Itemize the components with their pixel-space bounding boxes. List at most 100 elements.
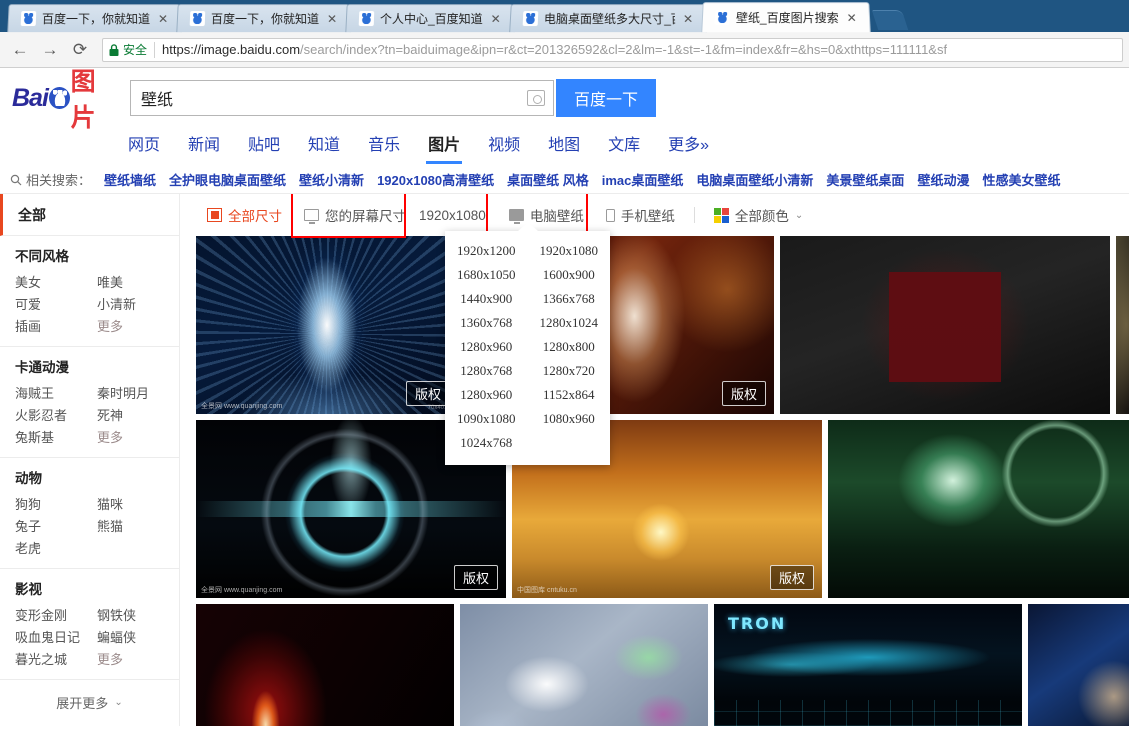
back-button-icon[interactable]: ←: [6, 36, 34, 64]
filter-desktop-wallpaper[interactable]: 电脑壁纸: [498, 200, 595, 230]
sidebar-item-ironman[interactable]: 钢铁侠: [97, 605, 179, 627]
nav-tab-video[interactable]: 视频: [488, 131, 520, 164]
sidebar-item-qinshimingyue[interactable]: 秦时明月: [97, 383, 179, 405]
resolution-option-14[interactable]: 1090x1080: [445, 407, 528, 431]
resolution-option-10[interactable]: 1280x768: [445, 359, 528, 383]
related-link-2[interactable]: 壁纸小清新: [299, 170, 364, 189]
tab-close-icon[interactable]: ✕: [325, 12, 340, 26]
search-input-box[interactable]: [130, 80, 554, 116]
thumb-frost-abstract-wallpaper[interactable]: [460, 604, 708, 726]
browser-tab-2[interactable]: 百度一下，你就知道 ✕: [176, 4, 351, 33]
sidebar-item-chahua[interactable]: 插画: [15, 316, 97, 338]
baidu-image-logo[interactable]: Bai 图片: [12, 68, 116, 132]
resolution-option-2[interactable]: 1680x1050: [445, 263, 528, 287]
resolution-option-11[interactable]: 1280x720: [528, 359, 611, 383]
resolution-option-8[interactable]: 1280x960: [445, 335, 528, 359]
new-tab-button[interactable]: [872, 10, 909, 30]
resolution-option-16[interactable]: 1024x768: [445, 431, 528, 455]
related-link-1[interactable]: 全护眼电脑桌面壁纸: [169, 170, 286, 189]
sidebar-item-all[interactable]: 全部: [0, 194, 179, 236]
nav-tab-images[interactable]: 图片: [426, 131, 463, 164]
tab-close-icon[interactable]: ✕: [680, 12, 695, 26]
copyright-badge[interactable]: 版权: [453, 565, 498, 590]
sidebar-item-more-styles[interactable]: 更多: [97, 316, 179, 338]
sidebar-item-cat[interactable]: 猫咪: [97, 494, 179, 516]
nav-tab-music[interactable]: 音乐: [368, 131, 400, 164]
sidebar-item-xiaoqingxin[interactable]: 小清新: [97, 294, 179, 316]
copyright-badge[interactable]: 版权: [721, 381, 766, 406]
resolution-option-15[interactable]: 1080x960: [528, 407, 611, 431]
nav-tab-map[interactable]: 地图: [548, 131, 580, 164]
filter-all-size[interactable]: 全部尺寸: [196, 200, 293, 230]
thumb-tron-night-city-wallpaper[interactable]: TRON: [714, 604, 1022, 726]
resolution-option-13[interactable]: 1152x864: [528, 383, 611, 407]
sidebar-item-panda[interactable]: 熊猫: [97, 516, 179, 538]
search-input[interactable]: [141, 81, 527, 115]
resolution-option-3[interactable]: 1600x900: [528, 263, 611, 287]
forward-button-icon[interactable]: →: [36, 36, 64, 64]
nav-tab-wenku[interactable]: 文库: [608, 131, 640, 164]
resolution-option-1[interactable]: 1920x1080: [528, 239, 611, 263]
tab-close-icon[interactable]: ✕: [488, 12, 503, 26]
related-link-4[interactable]: 桌面壁纸 风格: [507, 170, 589, 189]
browser-tab-5-active[interactable]: 壁纸_百度图片搜索 ✕: [700, 2, 871, 33]
resolution-option-7[interactable]: 1280x1024: [528, 311, 611, 335]
camera-icon[interactable]: [527, 90, 545, 106]
sidebar-item-meinv[interactable]: 美女: [15, 272, 97, 294]
sidebar-item-vampirediaries[interactable]: 吸血鬼日记: [15, 627, 97, 649]
thumb-blue-light-burst-wallpaper[interactable]: 全景网 www.quanjing.com 70x40196 版权: [196, 236, 458, 414]
related-link-7[interactable]: 美景壁纸桌面: [826, 170, 904, 189]
thumb-red-bud-abstract-wallpaper[interactable]: [196, 604, 454, 726]
nav-tab-webpage[interactable]: 网页: [128, 131, 160, 164]
sidebar-item-tiger[interactable]: 老虎: [15, 538, 97, 560]
filter-phone-wallpaper[interactable]: 手机壁纸: [595, 200, 686, 230]
thumb-dark-golden-sliver-wallpaper[interactable]: [1116, 236, 1129, 414]
search-button[interactable]: 百度一下: [556, 79, 656, 117]
nav-tab-more[interactable]: 更多»: [668, 131, 709, 164]
resolution-option-6[interactable]: 1360x768: [445, 311, 528, 335]
browser-tab-3[interactable]: 个人中心_百度知道 ✕: [345, 4, 515, 33]
sidebar-item-rabbit[interactable]: 兔子: [15, 516, 97, 538]
thumb-blue-tech-wallpaper[interactable]: [1028, 604, 1129, 726]
expand-more-button[interactable]: 展开更多 ⌄: [0, 680, 179, 724]
sidebar-item-weimei[interactable]: 唯美: [97, 272, 179, 294]
sidebar-item-batman[interactable]: 蝙蝠侠: [97, 627, 179, 649]
tab-close-icon[interactable]: ✕: [156, 12, 171, 26]
copyright-badge[interactable]: 版权: [405, 381, 450, 406]
nav-tab-news[interactable]: 新闻: [188, 131, 220, 164]
resolution-option-5[interactable]: 1366x768: [528, 287, 611, 311]
address-bar[interactable]: 安全 https://image.baidu.com/search/index?…: [102, 37, 1123, 62]
thumb-green-city-aurora-wallpaper[interactable]: [828, 420, 1129, 598]
related-link-0[interactable]: 壁纸墙纸: [104, 170, 156, 189]
sidebar-item-bleach[interactable]: 死神: [97, 405, 179, 427]
sidebar-item-naruto[interactable]: 火影忍者: [15, 405, 97, 427]
browser-tab-4[interactable]: 电脑桌面壁纸多大尺寸_百 ✕: [508, 4, 707, 33]
resolution-option-12[interactable]: 1280x960: [445, 383, 528, 407]
copyright-badge[interactable]: 版权: [769, 565, 814, 590]
thumb-assassins-creed-logo-wallpaper[interactable]: [780, 236, 1110, 414]
sidebar-item-keai[interactable]: 可爱: [15, 294, 97, 316]
nav-tab-zhidao[interactable]: 知道: [308, 131, 340, 164]
sidebar-item-transformers[interactable]: 变形金刚: [15, 605, 97, 627]
sidebar-item-dog[interactable]: 狗狗: [15, 494, 97, 516]
sidebar-item-tusiji[interactable]: 兔斯基: [15, 427, 97, 449]
resolution-dropdown-menu[interactable]: 1920x1200 1920x1080 1680x1050 1600x900 1…: [445, 222, 611, 465]
related-link-9[interactable]: 性感美女壁纸: [982, 170, 1060, 189]
sidebar-item-more-movies[interactable]: 更多: [97, 649, 179, 671]
resolution-option-9[interactable]: 1280x800: [528, 335, 611, 359]
nav-tab-tieba[interactable]: 贴吧: [248, 131, 280, 164]
filter-your-screen-size[interactable]: 您的屏幕尺寸: [293, 200, 417, 230]
sidebar-item-more-anime[interactable]: 更多: [97, 427, 179, 449]
resolution-option-4[interactable]: 1440x900: [445, 287, 528, 311]
related-link-8[interactable]: 壁纸动漫: [917, 170, 969, 189]
related-link-6[interactable]: 电脑桌面壁纸小清新: [696, 170, 813, 189]
reload-button-icon[interactable]: ⟳: [66, 36, 94, 64]
filter-all-colors[interactable]: 全部颜色 ⌄: [703, 200, 814, 230]
related-link-5[interactable]: imac桌面壁纸: [602, 170, 684, 189]
related-link-3[interactable]: 1920x1080高清壁纸: [377, 170, 494, 189]
resolution-option-0[interactable]: 1920x1200: [445, 239, 528, 263]
browser-tab-1[interactable]: 百度一下，你就知道 ✕: [7, 4, 182, 33]
sidebar-item-twilight[interactable]: 暮光之城: [15, 649, 97, 671]
sidebar-item-onepiece[interactable]: 海贼王: [15, 383, 97, 405]
tab-close-icon[interactable]: ✕: [844, 11, 859, 25]
